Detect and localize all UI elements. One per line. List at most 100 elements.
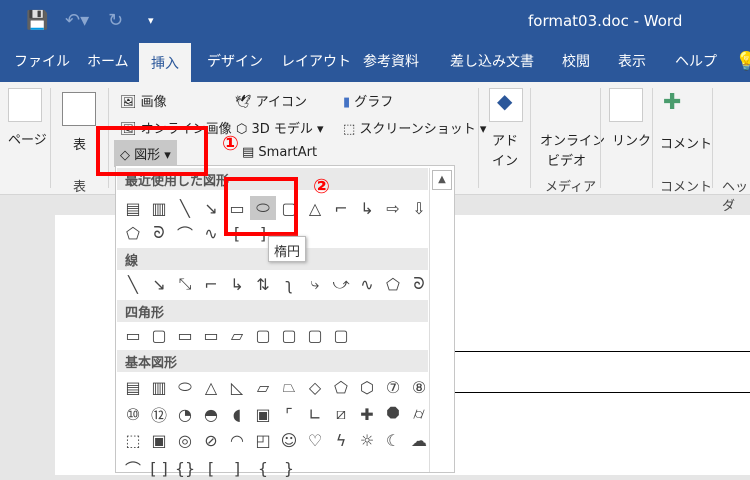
arc-shape-icon[interactable]: ⌒ [172, 221, 198, 245]
heptagon-shape-icon[interactable]: ⑦ [380, 375, 406, 399]
triangle-shape-icon[interactable]: △ [198, 375, 224, 399]
cube-shape-icon[interactable]: ⬚ [120, 428, 146, 452]
trapezoid-shape-icon[interactable]: ⏢ [276, 375, 302, 399]
tab-home[interactable]: ホーム [87, 51, 129, 71]
chart-button[interactable]: ▮ グラフ [343, 91, 393, 110]
line-shape-icon[interactable]: ╲ [172, 196, 198, 220]
vtextbox-shape-icon[interactable]: ▥ [146, 196, 172, 220]
arrow-shape-icon[interactable]: ↘ [198, 196, 224, 220]
right-triangle-shape-icon[interactable]: ◺ [224, 375, 250, 399]
redo-icon[interactable]: ↻ [108, 10, 123, 31]
pentagon-shape-icon[interactable]: ⬠ [328, 375, 354, 399]
tab-mailings[interactable]: 差し込み文書 [450, 51, 534, 71]
customize-qat-icon[interactable]: ▾ [148, 14, 154, 27]
smiley-shape-icon[interactable]: ☺ [276, 428, 302, 452]
textbox-shape-icon[interactable]: ▤ [120, 375, 146, 399]
decagon-shape-icon[interactable]: ⑩ [120, 402, 146, 426]
frame-shape-icon[interactable]: ▣ [250, 402, 276, 426]
lightning-shape-icon[interactable]: ϟ [328, 428, 354, 452]
curve-shape-icon[interactable]: ∿ [354, 272, 380, 296]
triangle-shape-icon[interactable]: △ [302, 196, 328, 220]
link-button[interactable]: リンク [612, 130, 651, 149]
elbow-arrow-shape-icon[interactable]: ↳ [354, 196, 380, 220]
bracket-pair-shape-icon[interactable]: [ ] [146, 456, 172, 480]
block-arc-shape-icon[interactable]: ◠ [224, 428, 250, 452]
hexagon-shape-icon[interactable]: ⬡ [354, 375, 380, 399]
diag-stripe-shape-icon[interactable]: ⧄ [328, 402, 354, 426]
brace-pair-shape-icon[interactable]: {} [172, 456, 198, 480]
tab-design[interactable]: デザイン [207, 51, 263, 71]
donut-shape-icon[interactable]: ◎ [172, 428, 198, 452]
diamond-shape-icon[interactable]: ◇ [302, 375, 328, 399]
plaque-shape-icon[interactable]: ⯃ [380, 402, 406, 426]
brace-right-shape-icon[interactable]: } [276, 456, 302, 480]
round-diag-shape-icon[interactable]: ▢ [302, 323, 328, 347]
elbow-shape-icon[interactable]: ⌐ [328, 196, 354, 220]
tab-view[interactable]: 表示 [618, 51, 646, 71]
tab-references[interactable]: 参考資料 [363, 51, 419, 71]
curve-conn-shape-icon[interactable]: ʅ [276, 272, 302, 296]
bracket-left-shape-icon[interactable]: [ [198, 456, 224, 480]
pie-shape-icon[interactable]: ◔ [172, 402, 198, 426]
double-arrow-shape-icon[interactable]: ⤡ [172, 272, 198, 296]
page-button[interactable]: ページ [8, 129, 47, 148]
round1-shape-icon[interactable]: ▢ [250, 323, 276, 347]
gallery-scrollbar[interactable]: ▲ [429, 168, 453, 472]
textbox-shape-icon[interactable]: ▤ [120, 196, 146, 220]
tab-review[interactable]: 校閲 [562, 51, 590, 71]
curve-shape-icon[interactable]: ∿ [198, 221, 224, 245]
snip1-shape-icon[interactable]: ▭ [172, 323, 198, 347]
undo-icon[interactable]: ↶▾ [65, 10, 89, 31]
elbow-double-shape-icon[interactable]: ⇅ [250, 272, 276, 296]
elbow-shape-icon[interactable]: ⌐ [198, 272, 224, 296]
snip-diag-shape-icon[interactable]: ▱ [224, 323, 250, 347]
oval-shape-icon[interactable]: ⬭ [172, 375, 198, 399]
round2-shape-icon[interactable]: ▢ [276, 323, 302, 347]
bracket-right-shape-icon[interactable]: ] [224, 456, 250, 480]
vtextbox-shape-icon[interactable]: ▥ [146, 375, 172, 399]
3d-model-button[interactable]: ⬡ 3D モデル ▾ [236, 118, 324, 137]
rounded-rect-shape-icon[interactable]: ▢ [146, 323, 172, 347]
tab-layout[interactable]: レイアウト [281, 51, 351, 71]
scroll-up-button[interactable]: ▲ [432, 170, 452, 190]
moon-shape-icon[interactable]: ☾ [380, 428, 406, 452]
no-symbol-shape-icon[interactable]: ⊘ [198, 428, 224, 452]
online-video-label1[interactable]: オンライン [540, 130, 605, 149]
bevel-shape-icon[interactable]: ▣ [146, 428, 172, 452]
online-video-label2[interactable]: ビデオ [547, 150, 586, 169]
curve-double-shape-icon[interactable]: ⤻ [328, 272, 354, 296]
half-frame-shape-icon[interactable]: ⌜ [276, 402, 302, 426]
addin-label2[interactable]: イン [492, 150, 518, 169]
folded-corner-shape-icon[interactable]: ◰ [250, 428, 276, 452]
scribble-shape-icon[interactable]: ᘐ [146, 221, 172, 245]
addin-label1[interactable]: アド [492, 130, 518, 149]
brace-left-shape-icon[interactable]: { [250, 456, 276, 480]
teardrop-shape-icon[interactable]: ◖ [224, 402, 250, 426]
tab-help[interactable]: ヘルプ [675, 51, 717, 71]
line-shape-icon[interactable]: ╲ [120, 272, 146, 296]
rounded-rect-shape-icon[interactable]: ▢ [328, 323, 354, 347]
tab-file[interactable]: ファイル [14, 51, 70, 71]
freeform-shape-icon[interactable]: ⬠ [120, 221, 146, 245]
parallelogram-shape-icon[interactable]: ▱ [250, 375, 276, 399]
freeform-shape-icon[interactable]: ⬠ [380, 272, 406, 296]
arc-shape-icon[interactable]: ⌒ [120, 456, 146, 480]
elbow-arrow-shape-icon[interactable]: ↳ [224, 272, 250, 296]
save-icon[interactable]: 💾 [26, 10, 48, 31]
lightbulb-icon[interactable]: 💡 [735, 51, 750, 72]
arrow-shape-icon[interactable]: ↘ [146, 272, 172, 296]
tab-insert[interactable]: 挿入 [139, 43, 191, 82]
table-button[interactable]: 表 [73, 134, 86, 153]
icons-button[interactable]: 🕊 アイコン [235, 91, 307, 110]
chord-shape-icon[interactable]: ◓ [198, 402, 224, 426]
heart-shape-icon[interactable]: ♡ [302, 428, 328, 452]
rectangle-shape-icon[interactable]: ▭ [120, 323, 146, 347]
snip2-shape-icon[interactable]: ▭ [198, 323, 224, 347]
curve-arrow-shape-icon[interactable]: ⤷ [302, 272, 328, 296]
screenshot-button[interactable]: ⬚ スクリーンショット ▾ [343, 118, 486, 137]
image-button[interactable]: 🖼 画像 [120, 91, 167, 110]
smartart-button[interactable]: ▤ SmartArt [242, 145, 317, 160]
dodecagon-shape-icon[interactable]: ⑫ [146, 402, 172, 426]
sun-shape-icon[interactable]: ☼ [354, 428, 380, 452]
l-shape-shape-icon[interactable]: ∟ [302, 402, 328, 426]
